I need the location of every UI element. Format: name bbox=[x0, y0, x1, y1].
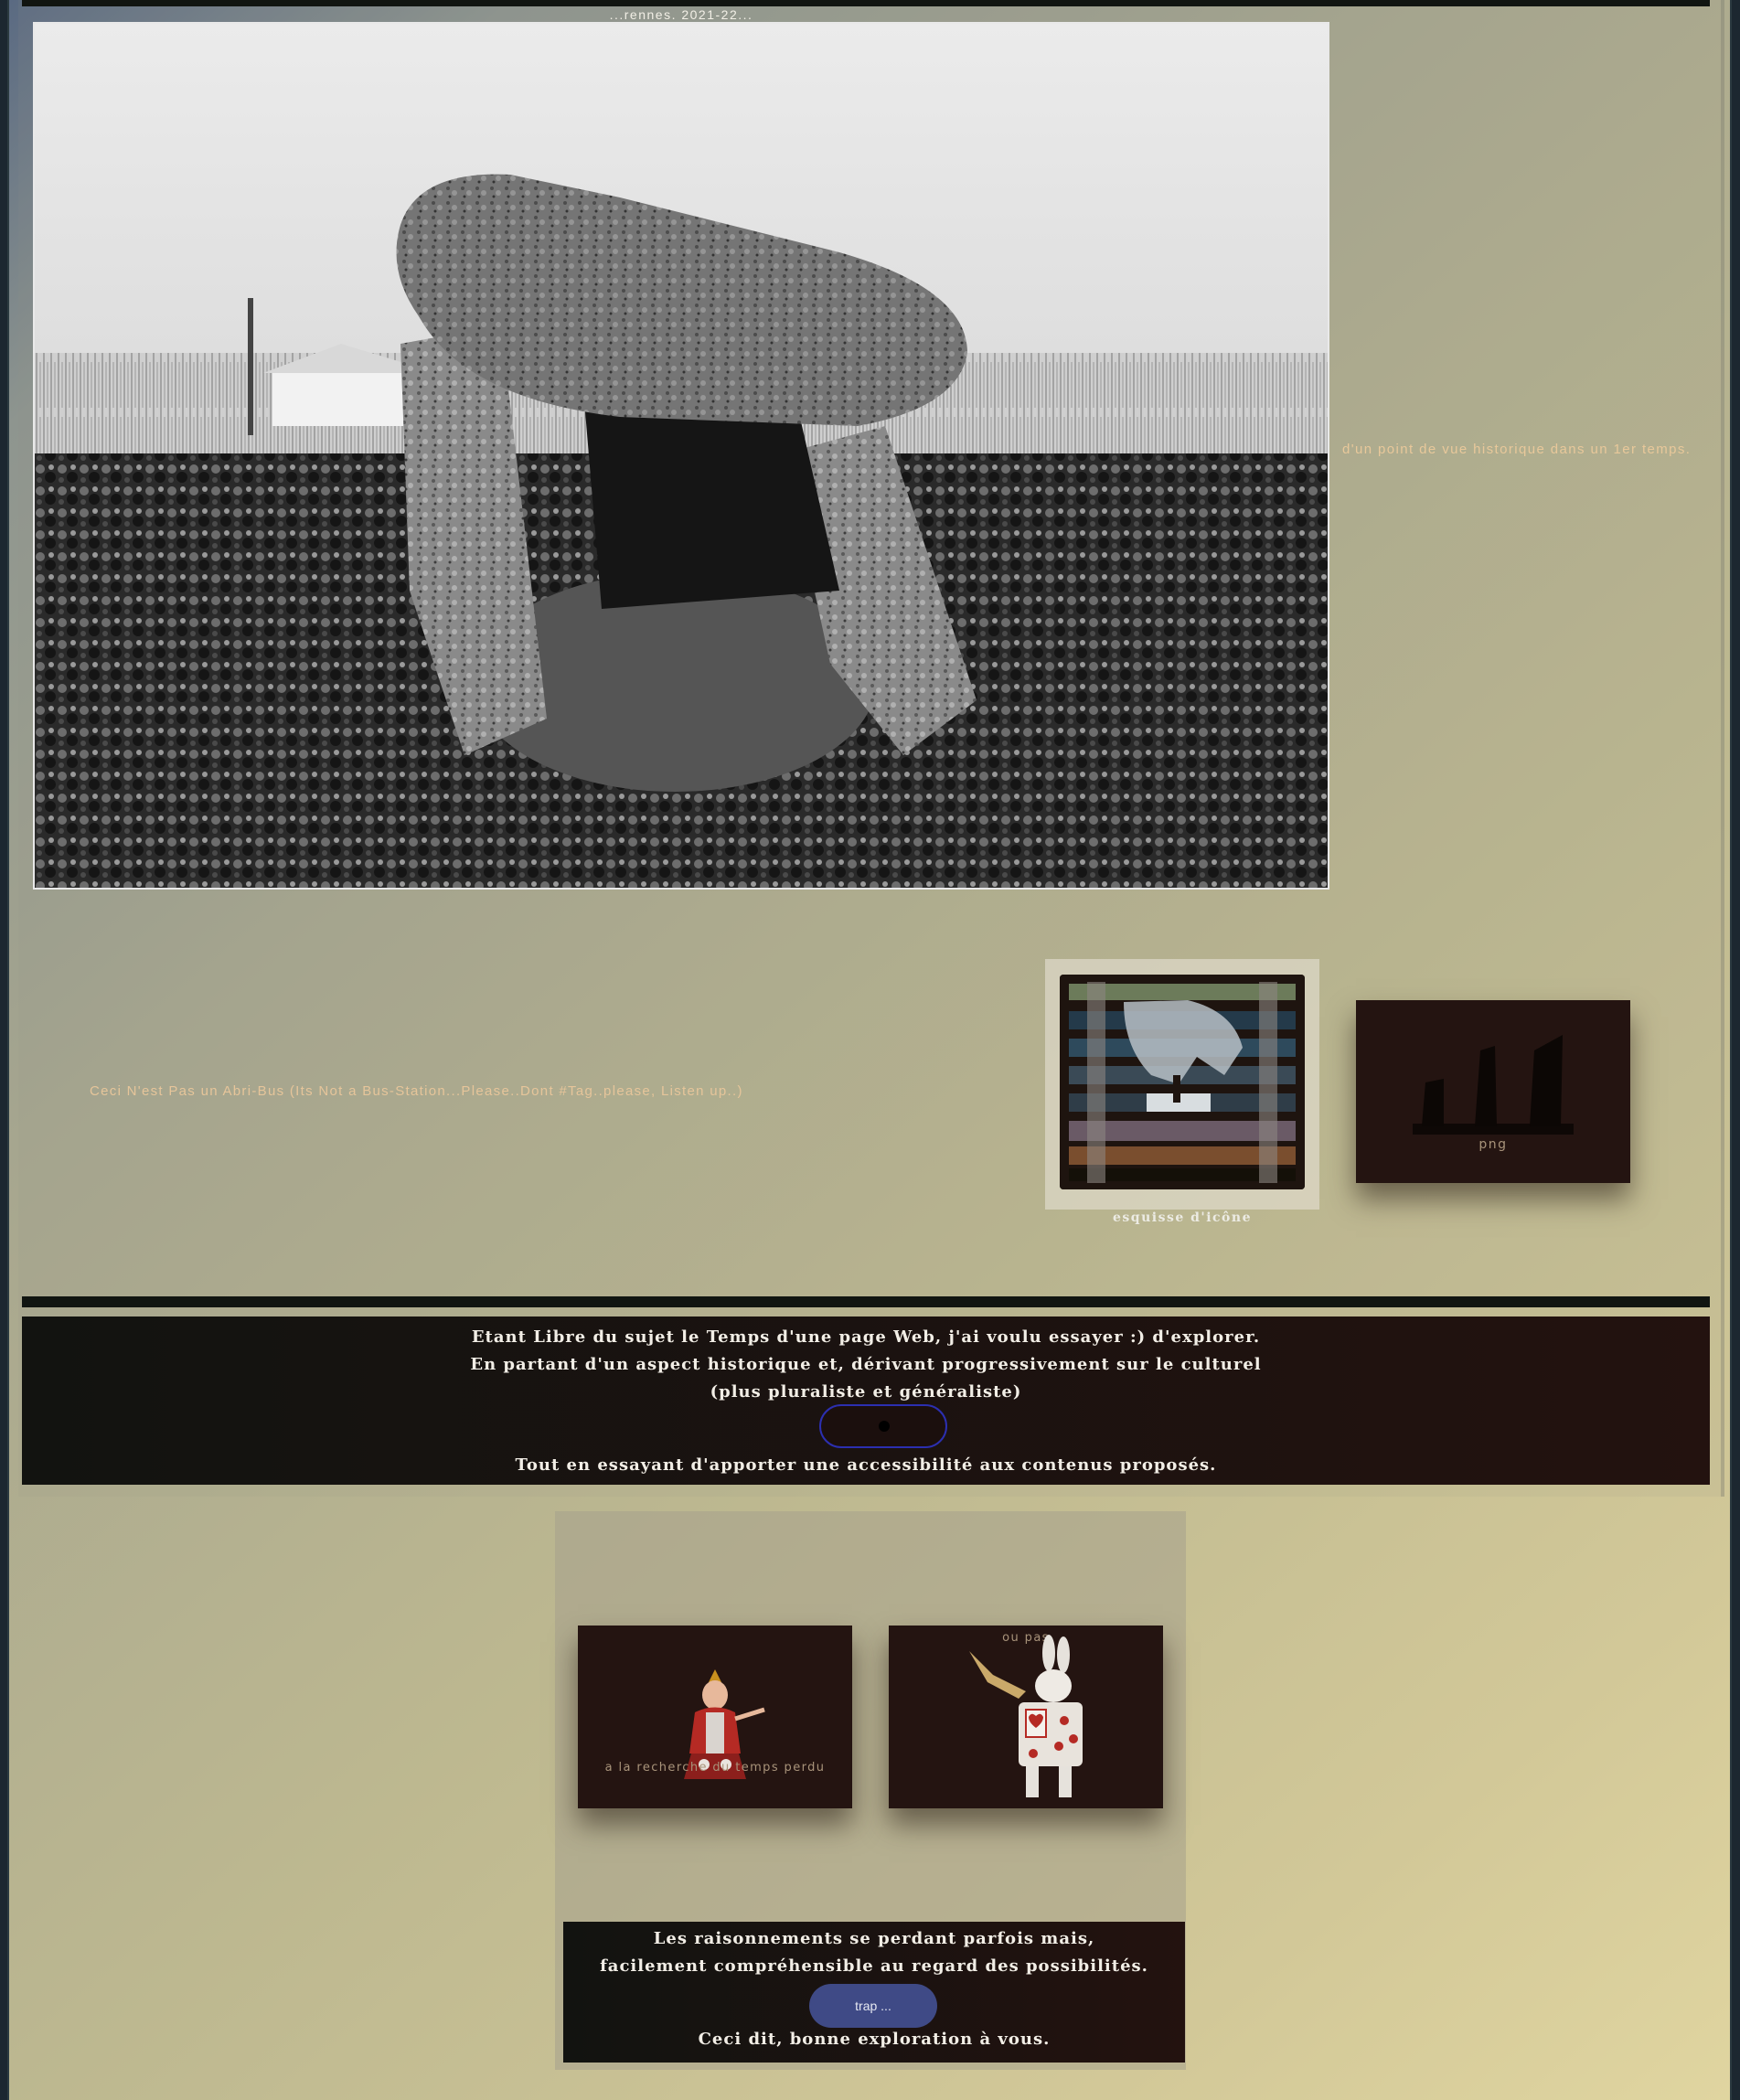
intro-line-1: Etant Libre du sujet le Temps d'une page… bbox=[471, 1327, 1261, 1347]
white-rabbit-icon bbox=[969, 1635, 1083, 1797]
intro-line-4: Tout en essayant d'apporter une accessib… bbox=[515, 1455, 1217, 1475]
top-divider bbox=[22, 0, 1710, 6]
outro-line-2: facilement compréhensible au regard des … bbox=[600, 1956, 1148, 1976]
trap-button[interactable]: trap ... bbox=[809, 1984, 937, 2028]
historical-caption: d'un point de vue historique dans un 1er… bbox=[1342, 442, 1692, 457]
proust-card[interactable]: a la recherche du temps perdu bbox=[578, 1626, 852, 1808]
section-divider bbox=[22, 1296, 1710, 1307]
intro-line-3: (plus pluraliste et généraliste) bbox=[710, 1382, 1022, 1402]
icon-sketch-label: esquisse d'icône bbox=[1113, 1210, 1252, 1225]
standing-stones-icon bbox=[1413, 1035, 1574, 1135]
outro-line-1: Les raisonnements se perdant parfois mai… bbox=[653, 1929, 1095, 1948]
intro-toggle-button[interactable] bbox=[819, 1404, 947, 1448]
png-card-label: png bbox=[1478, 1137, 1508, 1152]
intro-text-box: Etant Libre du sujet le Temps d'une page… bbox=[22, 1316, 1710, 1485]
ou-pas-card[interactable]: ou pas bbox=[889, 1626, 1163, 1808]
icon-sketch-thumbnail bbox=[1060, 975, 1305, 1189]
outro-text-box: Les raisonnements se perdant parfois mai… bbox=[563, 1922, 1185, 2063]
city-date-label: ...rennes. 2021-22... bbox=[609, 7, 753, 22]
outro-line-3: Ceci dit, bonne exploration à vous. bbox=[698, 2030, 1051, 2049]
bus-station-caption: Ceci N'est Pas un Abri-Bus (Its Not a Bu… bbox=[90, 1083, 743, 1099]
dolmen-photo bbox=[33, 22, 1329, 890]
dot-icon bbox=[879, 1421, 890, 1432]
proust-card-label: a la recherche du temps perdu bbox=[604, 1761, 826, 1775]
icon-sketch-card[interactable] bbox=[1045, 959, 1319, 1210]
queen-of-hearts-icon bbox=[684, 1669, 765, 1779]
png-card[interactable]: png bbox=[1356, 1000, 1630, 1183]
intro-line-2: En partant d'un aspect historique et, dé… bbox=[470, 1355, 1262, 1374]
